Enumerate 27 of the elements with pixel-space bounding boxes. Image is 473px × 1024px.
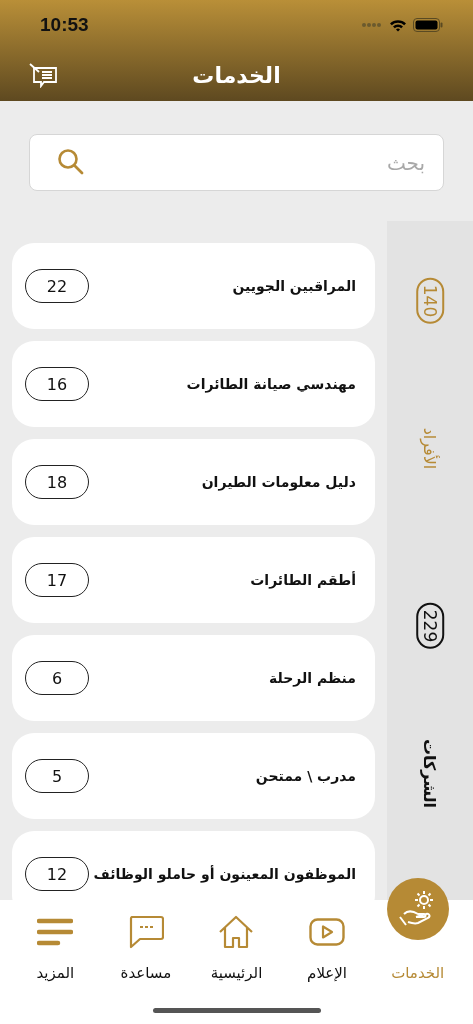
notes-icon[interactable] <box>28 62 58 88</box>
service-name: دليل معلومات الطيران <box>201 474 356 490</box>
category-label: الشركات <box>420 738 440 808</box>
category-count: 140 <box>416 277 444 325</box>
tab-item[interactable]: الرئيسية <box>196 900 277 1000</box>
service-name: المراقبين الجويين <box>232 278 356 294</box>
search-icon <box>57 148 85 176</box>
tab-item[interactable]: مساعدة <box>105 900 186 1000</box>
category-label: الأفراد <box>420 427 440 469</box>
chat-icon <box>127 915 164 949</box>
service-name: الموظفون المعينون أو حاملو الوظائف <box>93 866 356 882</box>
tab-item[interactable]: الإعلام <box>287 900 368 1000</box>
battery-icon <box>413 18 443 32</box>
search-field[interactable]: بحث <box>29 134 444 191</box>
page-title: الخدمات <box>192 63 281 88</box>
menu-icon <box>37 918 74 946</box>
service-name: مهندسي صيانة الطائرات <box>186 376 356 392</box>
wifi-icon <box>389 18 407 32</box>
tab-item[interactable]: المزيد <box>15 900 96 1000</box>
home-icon <box>218 915 255 949</box>
signal-icon <box>361 22 383 28</box>
service-name: مدرب \ ممتحن <box>255 768 356 784</box>
service-name: منظم الرحلة <box>269 670 356 686</box>
play-icon <box>309 918 346 946</box>
service-name: أطقم الطائرات <box>250 572 356 588</box>
status-time: 10:53 <box>40 14 89 36</box>
category-count: 229 <box>416 602 444 650</box>
